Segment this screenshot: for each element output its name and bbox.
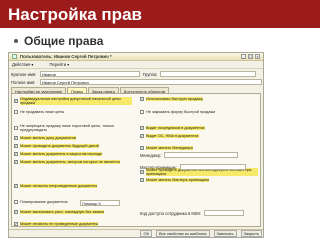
goto-label: Перейти [49,62,67,67]
checkbox-label: Может печатать не проведенные документы [20,222,99,226]
left-checkbox-9[interactable]: ✓ Может выписывать расх. накладную без за… [14,210,132,214]
checkbox-mark[interactable] [14,110,18,114]
short-name-row: Краткое имя: Иванов Группа: [11,71,257,77]
checkbox-mark[interactable]: ✓ [14,184,18,188]
checkbox-label: Может менять Менеджера [146,146,193,150]
right-checkbox-2[interactable]: ✓ Видит посредников в документах [140,126,258,130]
checkbox-mark[interactable] [14,126,18,130]
checkbox-label: Не закрывать форму быстрой продажи [146,110,216,114]
save-button[interactable]: Записать [213,230,237,237]
checkbox-label: Может менять Мастера-приемщика [146,178,209,182]
master-row: Мастер-приемщик: [140,164,246,170]
checkbox-mark[interactable]: ✓ [14,160,18,164]
kkm-label: Код доступа сотрудника в ККМ: [140,210,201,216]
checkbox-mark[interactable] [140,110,144,114]
checkbox-mark[interactable]: ✓ [140,134,144,138]
maximize-button[interactable]: □ [248,54,253,59]
checkbox-label: Индивидуальная настройка допустимой нача… [20,97,132,105]
chevron-down-icon: ▾ [67,62,70,67]
full-name-row: Полное имя: Иванов Сергей Петрович [11,79,262,85]
close-button[interactable]: × [255,54,260,59]
bullet-dot [14,39,18,43]
checkbox-label: Не запрещать продажу ниже пороговой цены… [20,124,114,132]
checkbox-mark[interactable]: ✓ [14,152,18,156]
master-field[interactable] [179,164,246,170]
checkbox-label: Планирование документов [20,200,68,204]
template-button[interactable]: Все свойства из шаблона [155,230,210,237]
checkbox-label: Видит посредников в документах [146,126,205,130]
minimize-button[interactable]: _ [241,54,246,59]
checkbox-mark[interactable]: ✓ [14,136,18,140]
right-checkbox-0[interactable]: ✓ Использовать быструю продажу [140,97,258,101]
right-checkbox-3[interactable]: ✓ Видит ОС, НМА в документах [140,134,258,138]
chevron-down-icon: ▾ [31,62,34,67]
right-checkbox-4[interactable]: ✓ Может менять Менеджера [140,146,258,150]
checkbox-label: Может менять документы в закрытом период… [20,152,103,156]
manager-field[interactable] [164,152,239,158]
manager-row: Менеджер: [140,152,239,158]
checkbox-mark[interactable]: ✓ [140,170,144,174]
window-controls: _ □ × [241,54,260,59]
kkm-row: Код доступа сотрудника в ККМ: [140,210,244,216]
actions-label: Действия [12,62,31,67]
master-label: Мастер-приемщик: [140,164,177,170]
window-title: Пользователь: Иванов Сергей Петрович * [20,54,112,59]
kkm-field[interactable] [203,210,244,216]
slide-title: Настройка прав [0,0,320,28]
checkbox-label: Видит ОС, НМА в документах [146,134,199,138]
left-checkbox-0[interactable]: ✓ Индивидуальная настройка допустимой нач… [14,97,132,105]
checkbox-mark[interactable] [14,200,18,204]
checkbox-mark[interactable]: ✓ [14,99,18,103]
user-settings-window: Пользователь: Иванов Сергей Петрович * _… [8,52,264,238]
checkbox-label: Может менять дату документов [20,136,76,140]
left-checkbox-7[interactable]: ✓ Может печатать непроведенные документы [14,184,132,188]
actions-menu[interactable]: Действия ▾ [12,62,33,67]
left-checkbox-1[interactable]: Не продавать ниже цены [14,110,132,114]
left-checkbox-6[interactable]: ✓ Может менять документы, автором которых… [14,160,132,164]
checkbox-mark[interactable]: ✓ [140,178,144,182]
checkbox-mark[interactable]: ✓ [140,97,144,101]
ok-button[interactable]: ОК [140,230,152,237]
close-window-button[interactable]: Закрыть [240,230,262,237]
left-checkbox-2[interactable]: Не запрещать продажу ниже пороговой цены… [14,124,132,132]
user-icon [12,54,17,59]
checkbox-label: Может менять документы, автором которых … [20,160,120,164]
checkbox-label: Может проводить документы будущей датой [20,144,99,148]
full-name-label: Полное имя: [11,79,36,85]
left-checkbox-3[interactable]: ✓ Может менять дату документов [14,136,132,140]
checkbox-mark[interactable]: ✓ [14,144,18,148]
checkbox-label: Может выписывать расх. накладную без зая… [20,210,105,214]
short-name-field[interactable]: Иванов [40,71,140,77]
left-checkbox-5[interactable]: ✓ Может менять документы в закрытом перио… [14,152,132,156]
short-name-label: Краткое имя: [11,71,37,77]
checkbox-mark[interactable]: ✓ [14,210,18,214]
bullet-item: Общие права [14,34,103,48]
right-checkbox-6[interactable]: ✓ Может менять Мастера-приемщика [140,178,258,182]
checkbox-mark[interactable]: ✓ [140,146,144,150]
manager-label: Менеджер: [140,152,162,158]
checkbox-mark[interactable]: ✓ [140,126,144,130]
goto-menu[interactable]: Перейти ▾ [49,62,69,67]
group-field[interactable] [160,71,257,77]
toolbar: Действия ▾ Перейти ▾ [9,61,263,69]
checkbox-mark[interactable]: ✓ [14,222,18,226]
checkbox-label: Может печатать непроведенные документы [20,184,98,188]
group-label: Группа: [143,71,158,77]
checkbox-label: Не продавать ниже цены [20,110,65,114]
right-checkbox-1[interactable]: Не закрывать форму быстрой продажи [140,110,258,114]
window-titlebar: Пользователь: Иванов Сергей Петрович * _… [9,53,263,61]
button-bar: ОК Все свойства из шаблона Записать Закр… [9,229,263,237]
planning-select[interactable]: Помощь 5 [80,200,120,206]
rights-pane: ✓ Индивидуальная настройка допустимой нач… [11,93,261,227]
left-checkbox-10[interactable]: ✓ Может печатать не проведенные документы [14,222,132,226]
left-checkbox-4[interactable]: ✓ Может проводить документы будущей датой [14,144,132,148]
full-name-field[interactable]: Иванов Сергей Петрович [40,79,262,85]
slide-subtitle: Общие права [24,34,104,48]
checkbox-label: Использовать быструю продажу [146,97,203,101]
